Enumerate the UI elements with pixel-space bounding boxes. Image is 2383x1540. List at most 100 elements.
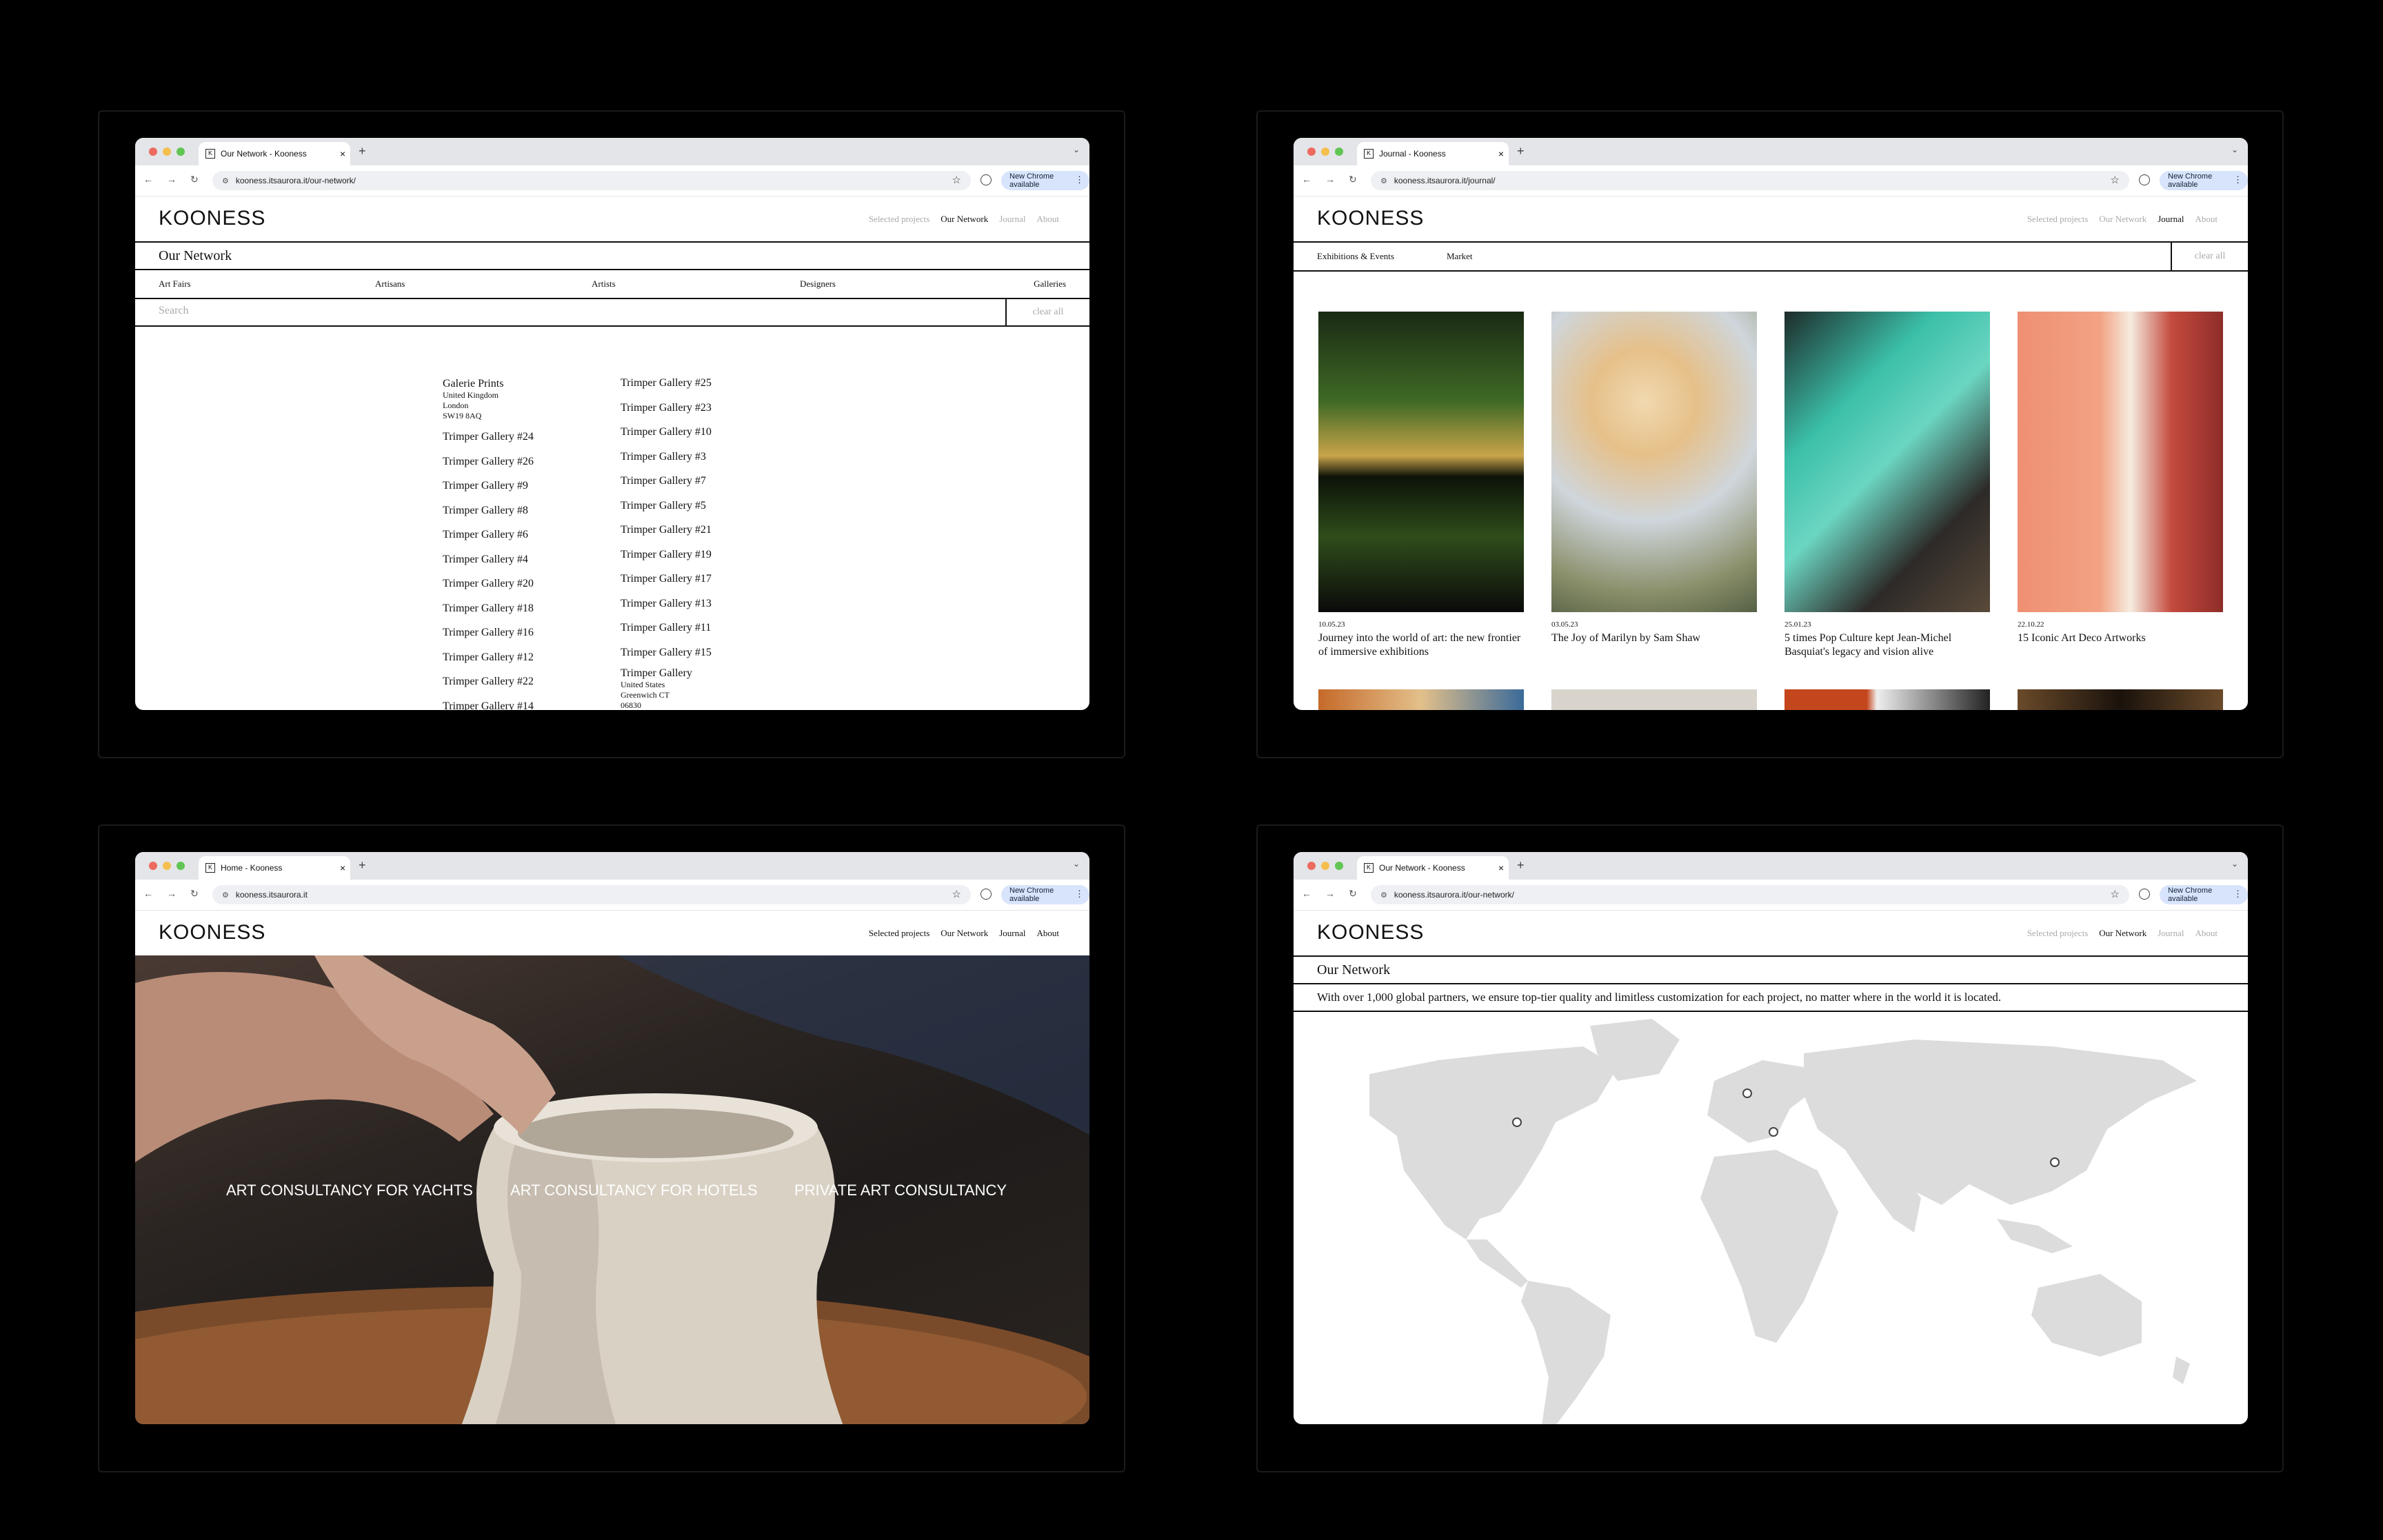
profile-icon[interactable] <box>2139 174 2150 185</box>
list-item[interactable]: Trimper Gallery #23 <box>621 396 712 421</box>
maximize-window-button[interactable] <box>1335 148 1343 156</box>
browser-tab[interactable]: K Journal - Kooness × <box>1357 142 1509 165</box>
profile-icon[interactable] <box>981 174 992 185</box>
menu-journal[interactable]: Journal <box>999 928 1025 939</box>
list-item[interactable]: Trimper Gallery #3 <box>621 445 712 469</box>
menu-about[interactable]: About <box>2195 214 2218 225</box>
filter-exhibitions-events[interactable]: Exhibitions & Events <box>1317 251 1394 262</box>
article-title[interactable]: 5 times Pop Culture kept Jean-Michel Bas… <box>1784 631 1990 659</box>
search-input[interactable]: Search <box>159 305 189 317</box>
browser-tab[interactable]: K Home - Kooness × <box>199 856 350 880</box>
tab-search-icon[interactable]: ⌄ <box>2231 859 2238 869</box>
profile-icon[interactable] <box>981 889 992 900</box>
menu-our-network[interactable]: Our Network <box>2099 928 2146 939</box>
bookmark-star-icon[interactable]: ☆ <box>2111 174 2120 186</box>
close-tab-icon[interactable]: × <box>335 862 350 873</box>
kooness-logo[interactable]: KOONESS <box>159 207 265 230</box>
menu-journal[interactable]: Journal <box>2158 214 2184 225</box>
close-window-button[interactable] <box>1307 148 1316 156</box>
category-art-fairs[interactable]: Art Fairs <box>159 278 191 290</box>
new-tab-icon[interactable]: + <box>359 858 366 873</box>
article-title[interactable]: The Joy of Marilyn by Sam Shaw <box>1551 631 1757 645</box>
browser-tab[interactable]: K Our Network - Kooness × <box>1357 856 1509 880</box>
clear-all-button[interactable]: clear all <box>2171 243 2248 270</box>
list-item[interactable]: Trimper Gallery #21 <box>621 518 712 543</box>
list-item[interactable]: Trimper Gallery #20 <box>443 571 534 596</box>
article-card[interactable]: 10.05.23 Journey into the world of art: … <box>1318 312 1524 659</box>
forward-icon[interactable]: → <box>167 888 177 900</box>
url-field[interactable]: ⚙ kooness.itsaurora.it ☆ <box>212 885 971 904</box>
list-item[interactable]: Trimper Gallery #10 <box>621 420 712 445</box>
list-item[interactable]: Trimper Gallery #22 <box>443 669 534 694</box>
list-item[interactable]: Trimper Gallery #18 <box>443 596 534 621</box>
map-marker-icon[interactable] <box>1742 1088 1752 1098</box>
hero-link-yachts[interactable]: ART CONSULTANCY FOR YACHTS <box>226 1182 473 1199</box>
site-settings-icon[interactable]: ⚙ <box>222 891 229 900</box>
list-item[interactable]: Trimper Gallery #13 <box>621 591 712 616</box>
list-item[interactable]: Trimper Gallery #4 <box>443 547 534 572</box>
article-thumbnail[interactable] <box>1551 689 1757 710</box>
menu-journal[interactable]: Journal <box>999 214 1025 225</box>
url-field[interactable]: ⚙ kooness.itsaurora.it/our-network/ ☆ <box>212 171 971 190</box>
list-item[interactable]: Trimper Gallery #6 <box>443 523 534 547</box>
list-item[interactable]: Trimper Gallery #8 <box>443 498 534 523</box>
map-marker-icon[interactable] <box>1512 1117 1522 1127</box>
kebab-menu-icon[interactable]: ⋮ <box>2233 174 2242 185</box>
bookmark-star-icon[interactable]: ☆ <box>952 888 961 900</box>
forward-icon[interactable]: → <box>1325 174 1335 185</box>
kebab-menu-icon[interactable]: ⋮ <box>2233 889 2242 900</box>
minimize-window-button[interactable] <box>1321 148 1329 156</box>
maximize-window-button[interactable] <box>177 148 185 156</box>
site-settings-icon[interactable]: ⚙ <box>1380 891 1387 900</box>
menu-selected-projects[interactable]: Selected projects <box>2027 214 2088 225</box>
kooness-logo[interactable]: KOONESS <box>1317 921 1424 944</box>
back-icon[interactable]: ← <box>1302 888 1311 900</box>
site-settings-icon[interactable]: ⚙ <box>1380 176 1387 185</box>
list-item[interactable]: Trimper Gallery #26 <box>443 449 534 474</box>
new-chrome-button[interactable]: New Chrome available ⋮ <box>1001 885 1089 904</box>
tab-search-icon[interactable]: ⌄ <box>1073 145 1080 154</box>
new-tab-icon[interactable]: + <box>1517 144 1525 159</box>
menu-about[interactable]: About <box>1037 214 1060 225</box>
back-icon[interactable]: ← <box>1302 174 1311 185</box>
list-item[interactable]: Trimper Gallery #11 <box>621 616 712 640</box>
bookmark-star-icon[interactable]: ☆ <box>952 174 961 186</box>
close-tab-icon[interactable]: × <box>335 148 350 159</box>
tab-search-icon[interactable]: ⌄ <box>2231 145 2238 154</box>
new-tab-icon[interactable]: + <box>359 144 366 159</box>
reload-icon[interactable]: ↻ <box>190 174 199 185</box>
list-item[interactable]: Trimper Gallery #12 <box>443 645 534 670</box>
list-item[interactable]: Trimper Gallery #7 <box>621 469 712 494</box>
kebab-menu-icon[interactable]: ⋮ <box>1075 174 1084 185</box>
hero-link-private[interactable]: PRIVATE ART CONSULTANCY <box>794 1182 1007 1199</box>
article-title[interactable]: 15 Iconic Art Deco Artworks <box>2018 631 2223 645</box>
bookmark-star-icon[interactable]: ☆ <box>2111 888 2120 900</box>
maximize-window-button[interactable] <box>177 862 185 870</box>
list-item[interactable]: Trimper Gallery #15 <box>621 640 712 665</box>
category-galleries[interactable]: Galleries <box>1034 278 1066 290</box>
minimize-window-button[interactable] <box>163 862 171 870</box>
minimize-window-button[interactable] <box>163 148 171 156</box>
menu-about[interactable]: About <box>2195 928 2218 939</box>
url-field[interactable]: ⚙ kooness.itsaurora.it/journal/ ☆ <box>1371 171 2129 190</box>
site-settings-icon[interactable]: ⚙ <box>222 176 229 185</box>
menu-selected-projects[interactable]: Selected projects <box>2027 928 2088 939</box>
window-controls[interactable] <box>149 862 185 870</box>
menu-our-network[interactable]: Our Network <box>941 214 988 225</box>
list-item[interactable]: Trimper Gallery #19 <box>621 543 712 567</box>
window-controls[interactable] <box>149 148 185 156</box>
forward-icon[interactable]: → <box>1325 888 1335 900</box>
close-window-button[interactable] <box>149 862 157 870</box>
close-window-button[interactable] <box>149 148 157 156</box>
list-item[interactable]: Trimper Gallery #17 <box>621 567 712 591</box>
menu-about[interactable]: About <box>1037 928 1060 939</box>
url-field[interactable]: ⚙ kooness.itsaurora.it/our-network/ ☆ <box>1371 885 2129 904</box>
map-marker-icon[interactable] <box>2050 1157 2060 1167</box>
menu-our-network[interactable]: Our Network <box>2099 214 2146 225</box>
article-thumbnail[interactable] <box>2018 689 2223 710</box>
maximize-window-button[interactable] <box>1335 862 1343 870</box>
window-controls[interactable] <box>1307 862 1343 870</box>
article-card[interactable]: 22.10.22 15 Iconic Art Deco Artworks <box>2018 312 2223 645</box>
article-title[interactable]: Journey into the world of art: the new f… <box>1318 631 1524 659</box>
close-tab-icon[interactable]: × <box>1494 862 1509 873</box>
